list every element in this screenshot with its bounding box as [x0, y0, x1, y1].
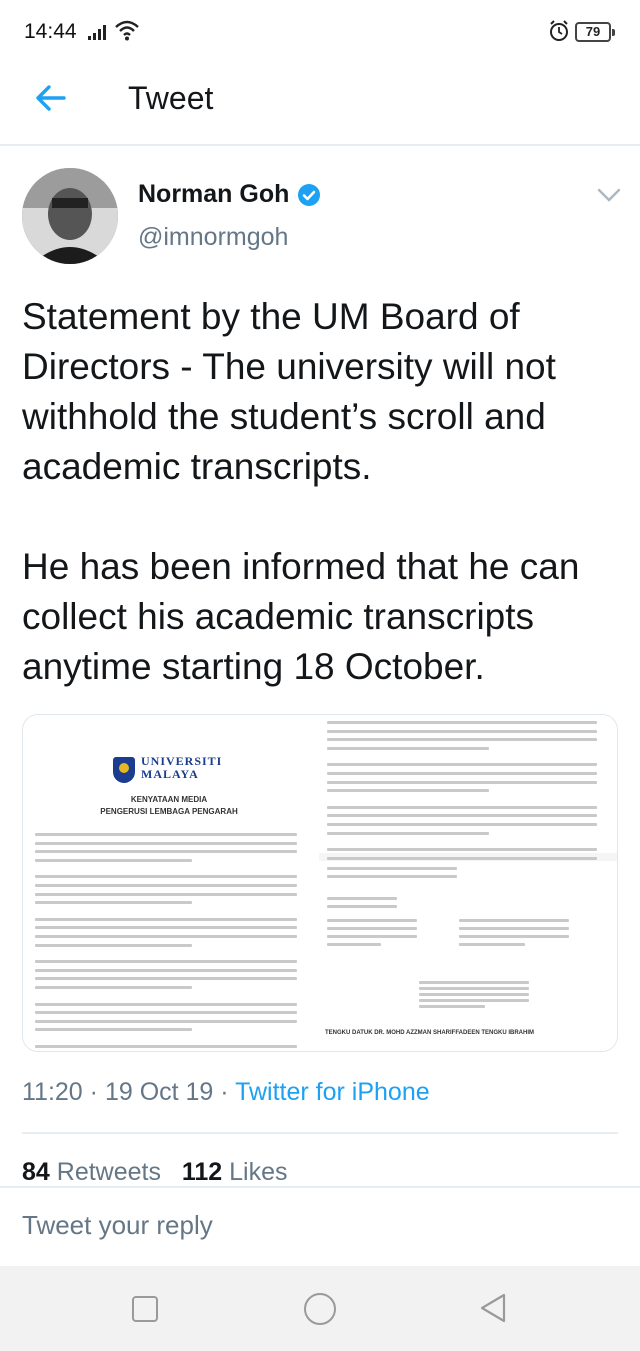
- media-image-statement-page-2[interactable]: TENGKU DATUK DR. MOHD AZZMAN SHARIFFADEE…: [319, 715, 617, 1051]
- doc-text-line: [35, 858, 193, 862]
- doc-text-line: [35, 841, 297, 845]
- battery-indicator: 79: [575, 22, 615, 42]
- home-button[interactable]: [304, 1293, 336, 1325]
- doc-text-line: [327, 856, 597, 860]
- doc-text-line: [35, 1028, 193, 1032]
- doc-text-line: [35, 986, 193, 989]
- avatar-image: [22, 168, 118, 264]
- top-app-bar: Tweet: [0, 48, 640, 146]
- doc-text-line: [327, 867, 457, 870]
- doc-text-line: [35, 1002, 297, 1006]
- doc-text-line: [419, 987, 529, 990]
- doc-text-line: [327, 905, 397, 908]
- doc-text-line: [459, 927, 569, 930]
- likes-count[interactable]: 112: [182, 1158, 222, 1186]
- back-triangle-icon[interactable]: [478, 1292, 508, 1324]
- doc-text-line: [327, 927, 417, 930]
- doc-sheet-top: [319, 715, 617, 860]
- tweet-date: 19 Oct 19: [104, 1078, 214, 1106]
- likes-label[interactable]: Likes: [229, 1158, 287, 1186]
- doc-text-line: [327, 919, 417, 922]
- tweet-stats: 84 Retweets 112 Likes: [22, 1158, 288, 1186]
- doc-text-line: [327, 848, 597, 852]
- doc-text-line: [327, 738, 597, 742]
- doc-text-line: [327, 729, 597, 733]
- reply-bar: Tweet your reply: [0, 1186, 640, 1266]
- tweet-media[interactable]: UNIVERSITI MALAYA KENYATAAN MEDIA PENGER…: [22, 714, 618, 1052]
- doc-text-line: [35, 935, 297, 938]
- doc-text-line: [35, 926, 297, 930]
- chevron-down-icon[interactable]: [597, 187, 621, 203]
- doc-text-line: [327, 823, 597, 826]
- doc-text-line: [327, 772, 597, 775]
- avatar[interactable]: [22, 168, 118, 264]
- doc-heading-2: PENGERUSI LEMBAGA PENGARAH: [100, 807, 238, 816]
- doc-text-line: [459, 935, 569, 938]
- doc-text-line: [327, 831, 489, 835]
- doc-text-line: [327, 789, 489, 793]
- doc-text-line: [419, 1005, 485, 1008]
- university-crest-icon: [113, 757, 135, 783]
- media-image-statement-page-1[interactable]: UNIVERSITI MALAYA KENYATAAN MEDIA PENGER…: [23, 715, 319, 1051]
- doc-text-line: [327, 935, 417, 938]
- doc-text-line: [35, 884, 297, 887]
- doc-text-line: [327, 721, 597, 724]
- tweet-time: 11:20: [22, 1078, 83, 1106]
- retweets-count[interactable]: 84: [22, 1158, 50, 1186]
- doc-text-line: [35, 850, 297, 854]
- doc-text-line: [35, 833, 297, 836]
- doc-sheet-bottom: TENGKU DATUK DR. MOHD AZZMAN SHARIFFADEE…: [319, 861, 617, 1051]
- divider: [22, 1132, 618, 1134]
- reply-input[interactable]: Tweet your reply: [22, 1210, 213, 1241]
- doc-text-line: [35, 1019, 297, 1023]
- doc-text-line: [327, 814, 597, 818]
- doc-text-line: [327, 943, 381, 946]
- doc-text-line: [35, 901, 193, 905]
- author-name[interactable]: Norman Goh: [138, 180, 289, 209]
- wifi-icon: [115, 20, 139, 41]
- page-title: Tweet: [128, 80, 214, 116]
- tweet-source-link[interactable]: Twitter for iPhone: [235, 1078, 430, 1106]
- alarm-icon: [550, 20, 568, 41]
- doc-text-line: [35, 968, 297, 972]
- doc-text-line: [459, 943, 525, 946]
- doc-text-line: [35, 977, 297, 981]
- doc-text-line: [35, 917, 297, 921]
- system-nav-bar: [0, 1266, 640, 1351]
- status-time: 14:44: [24, 20, 77, 43]
- doc-text-line: [459, 919, 569, 922]
- doc-text-line: [327, 805, 597, 809]
- signal-icon: [88, 25, 106, 40]
- doc-text-line: [327, 763, 597, 767]
- doc-text-line: [35, 960, 297, 964]
- doc-text-line: [35, 892, 297, 896]
- recent-apps-button[interactable]: [132, 1296, 158, 1322]
- retweets-label[interactable]: Retweets: [57, 1158, 161, 1186]
- university-logo-text: UNIVERSITI MALAYA: [141, 754, 223, 781]
- arrow-left-icon[interactable]: [30, 78, 70, 118]
- doc-text-line: [419, 981, 529, 984]
- doc-heading-1: KENYATAAN MEDIA: [130, 795, 208, 804]
- author-handle[interactable]: @imnormgoh: [138, 223, 288, 252]
- doc-text-line: [419, 993, 529, 996]
- doc-text-line: [327, 780, 597, 784]
- tweet-text: Statement by the UM Board of Directors -…: [22, 296, 580, 687]
- status-bar: 14:44 79: [0, 0, 640, 48]
- doc-text-line: [419, 999, 529, 1002]
- tweet-timestamp: 11:20 · 19 Oct 19 · Twitter for iPhone: [22, 1078, 430, 1106]
- doc-signatory: TENGKU DATUK DR. MOHD AZZMAN SHARIFFADEE…: [325, 1030, 534, 1036]
- doc-text-line: [35, 875, 297, 879]
- doc-text-line: [327, 897, 397, 900]
- doc-text-line: [327, 746, 489, 750]
- doc-text-line: [35, 1011, 297, 1015]
- doc-text-line: [35, 1045, 297, 1048]
- verified-badge-icon: [298, 184, 320, 206]
- doc-text-line: [327, 875, 457, 878]
- doc-text-line: [35, 943, 193, 947]
